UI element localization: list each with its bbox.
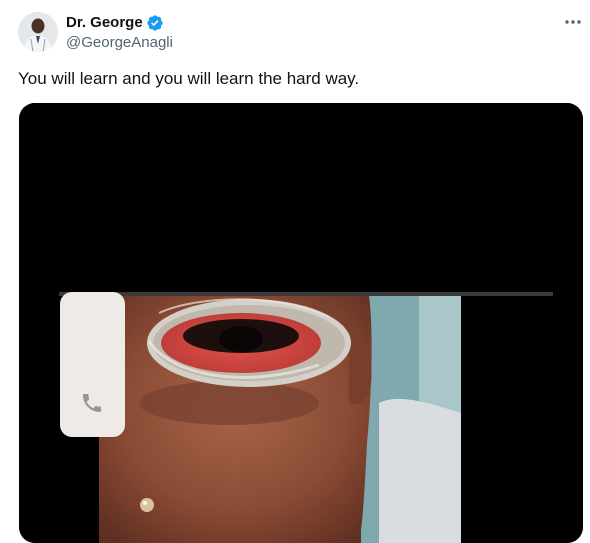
avatar-image bbox=[18, 12, 58, 52]
handle[interactable]: @GeorgeAnagli bbox=[66, 33, 173, 53]
phone-icon bbox=[80, 391, 104, 415]
tweet-card[interactable]: Dr. George @GeorgeAnagli You will learn … bbox=[0, 0, 590, 543]
avatar[interactable] bbox=[18, 12, 58, 52]
tweet-media[interactable] bbox=[19, 103, 583, 543]
verified-badge-icon bbox=[146, 14, 164, 32]
display-name[interactable]: Dr. George bbox=[66, 13, 143, 33]
author-info[interactable]: Dr. George @GeorgeAnagli bbox=[66, 13, 173, 53]
more-options-icon[interactable] bbox=[560, 12, 586, 32]
tweet-text: You will learn and you will learn the ha… bbox=[18, 69, 360, 88]
media-photo bbox=[19, 103, 583, 543]
